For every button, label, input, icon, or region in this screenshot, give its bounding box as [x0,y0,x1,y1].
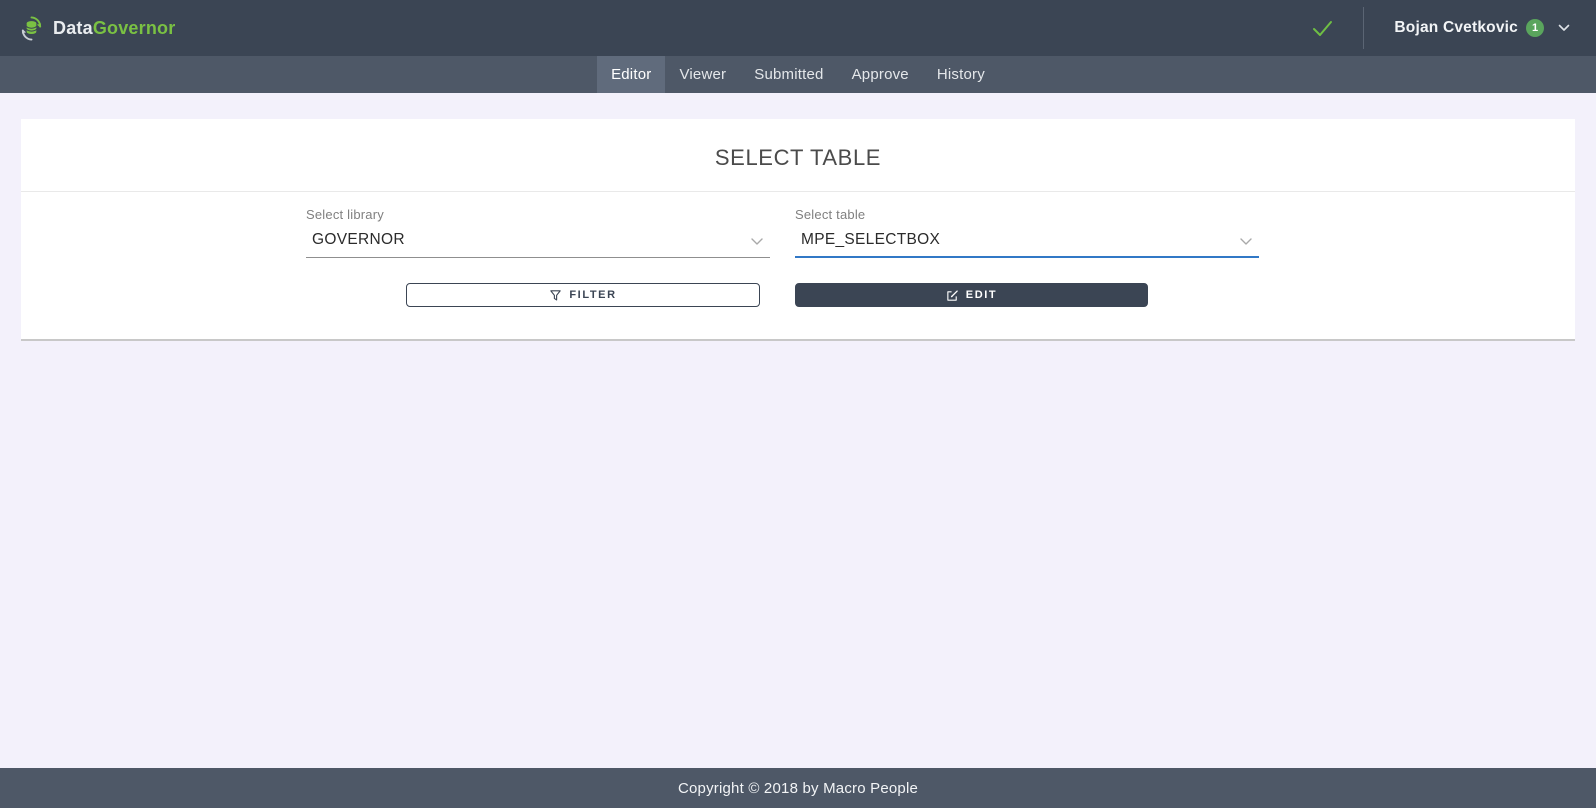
library-column: Select library GOVERNOR FILTER [306,207,770,307]
main-nav-tabs: Editor Viewer Submitted Approve History [0,56,1596,93]
select-table-field: Select table MPE_SELECTBOX [795,207,1259,258]
status-checkmark-icon [1305,11,1339,45]
select-library-label: Select library [306,207,770,222]
edit-button[interactable]: EDIT [795,283,1148,307]
chevron-down-icon [750,237,764,246]
card-body: Select library GOVERNOR FILTER [21,192,1575,339]
select-library-value: GOVERNOR [312,231,405,248]
select-table-dropdown[interactable]: MPE_SELECTBOX [795,229,1259,258]
main-content: SELECT TABLE Select library GOVERNOR [0,93,1596,768]
app-title-primary: Data [53,18,93,38]
edit-pencil-icon [946,289,959,302]
select-library-dropdown[interactable]: GOVERNOR [306,229,770,258]
filter-funnel-icon [549,289,562,302]
select-table-card: SELECT TABLE Select library GOVERNOR [21,119,1575,341]
navbar-right-section: Bojan Cvetkovic 1 [1305,0,1596,56]
card-header: SELECT TABLE [21,119,1575,192]
top-navbar: DataGovernor Bojan Cvetkovic 1 [0,0,1596,56]
notification-badge: 1 [1526,19,1544,37]
page-footer: Copyright © 2018 by Macro People [0,768,1596,808]
page-title: SELECT TABLE [21,145,1575,171]
edit-button-label: EDIT [966,289,997,301]
select-table-label: Select table [795,207,1259,222]
database-sync-icon [18,15,45,42]
tab-editor[interactable]: Editor [597,56,665,93]
tab-submitted[interactable]: Submitted [740,56,837,93]
tab-viewer[interactable]: Viewer [665,56,740,93]
app-logo[interactable]: DataGovernor [18,15,175,42]
user-name: Bojan Cvetkovic [1394,19,1518,37]
filter-button-label: FILTER [569,289,616,301]
tab-history[interactable]: History [923,56,999,93]
user-menu[interactable]: Bojan Cvetkovic 1 [1364,0,1596,56]
select-table-value: MPE_SELECTBOX [801,231,940,248]
chevron-down-icon [1239,237,1253,246]
tab-approve[interactable]: Approve [838,56,923,93]
edit-button-row: EDIT [795,283,1259,307]
select-library-field: Select library GOVERNOR [306,207,770,258]
filter-button-row: FILTER [406,283,770,307]
app-title: DataGovernor [53,18,175,39]
copyright-text: Copyright © 2018 by Macro People [678,780,918,797]
app-title-secondary: Governor [93,18,176,38]
table-column: Select table MPE_SELECTBOX [795,207,1259,307]
filter-button[interactable]: FILTER [406,283,760,307]
chevron-down-icon [1558,24,1570,32]
